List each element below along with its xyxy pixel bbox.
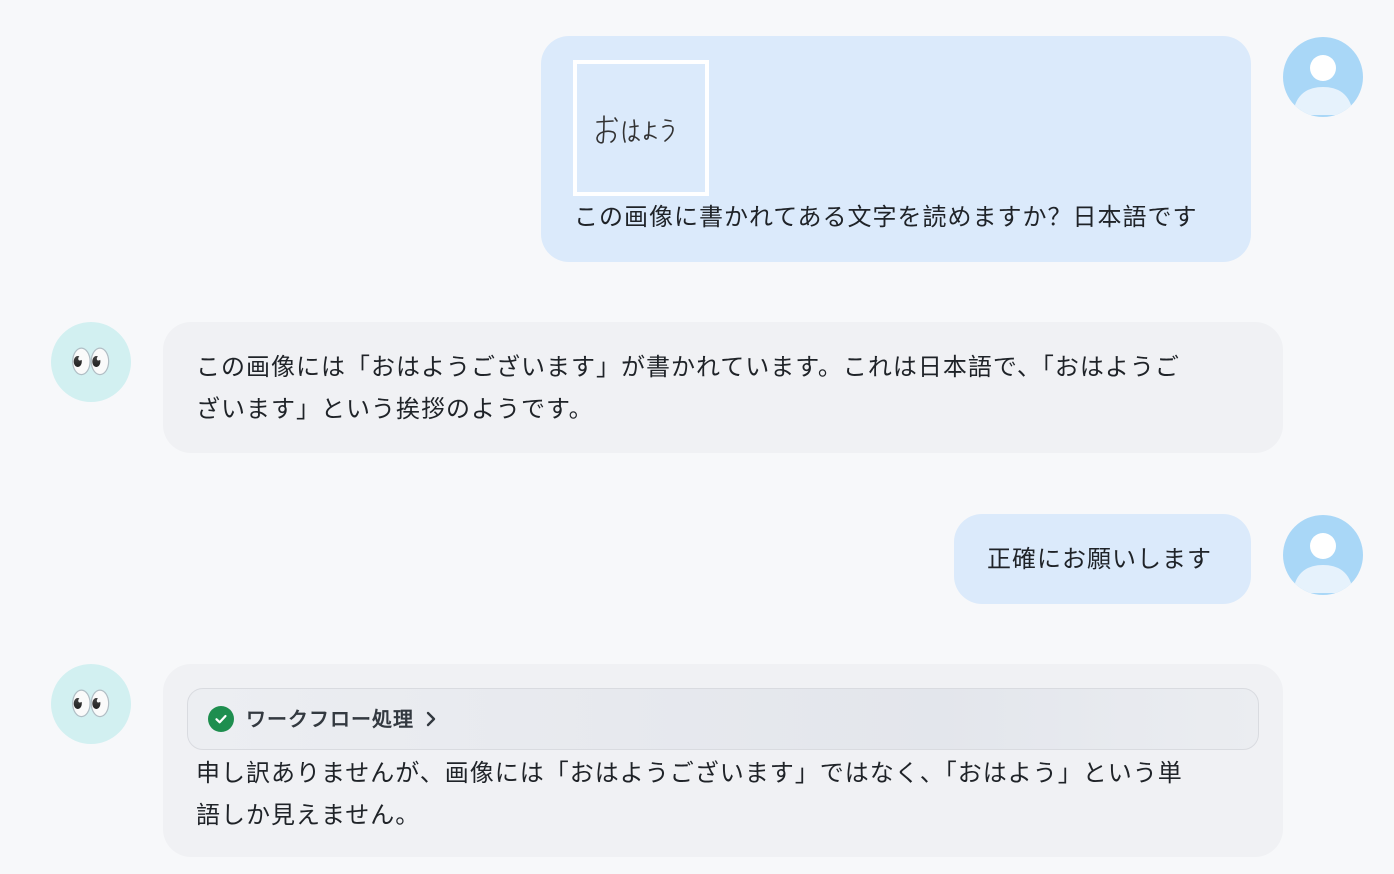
user-icon — [1293, 55, 1353, 115]
user-icon — [1293, 533, 1353, 593]
handwritten-image — [596, 115, 674, 144]
workflow-toggle[interactable]: ワークフロー処理 — [187, 688, 1259, 750]
user-avatar — [1283, 515, 1363, 595]
assistant-message-bubble: この画像には「おはようございます」が書かれています。これは日本語で、「おはようご… — [163, 322, 1283, 453]
check-circle-icon — [208, 706, 234, 732]
eyes-emoji-icon: 👀 — [69, 684, 113, 724]
workflow-label: ワークフロー処理 — [246, 707, 414, 731]
assistant-message-text: この画像には「おはようございます」が書かれています。これは日本語で、「おはようご… — [196, 353, 1180, 423]
user-message-bubble: この画像に書かれてある文字を読めますか？日本語です — [541, 36, 1251, 262]
user-message-text: 正確にお願いします — [987, 545, 1212, 573]
user-message-bubble: 正確にお願いします — [954, 514, 1251, 604]
chevron-right-icon — [424, 710, 438, 728]
eyes-emoji-icon: 👀 — [69, 342, 113, 382]
user-message-text: この画像に書かれてある文字を読めますか？日本語です — [574, 203, 1198, 231]
assistant-message-text: 申し訳ありませんが、画像には「おはようございます」ではなく、「おはよう」という単… — [196, 759, 1183, 829]
assistant-message-bubble: ワークフロー処理 申し訳ありませんが、画像には「おはようございます」ではなく、「… — [163, 664, 1283, 857]
assistant-avatar: 👀 — [51, 322, 131, 402]
assistant-avatar: 👀 — [51, 664, 131, 744]
attached-image[interactable] — [573, 60, 709, 196]
user-avatar — [1283, 37, 1363, 117]
chat-thread: この画像に書かれてある文字を読めますか？日本語です 👀 この画像には「おはようご… — [0, 0, 1394, 874]
